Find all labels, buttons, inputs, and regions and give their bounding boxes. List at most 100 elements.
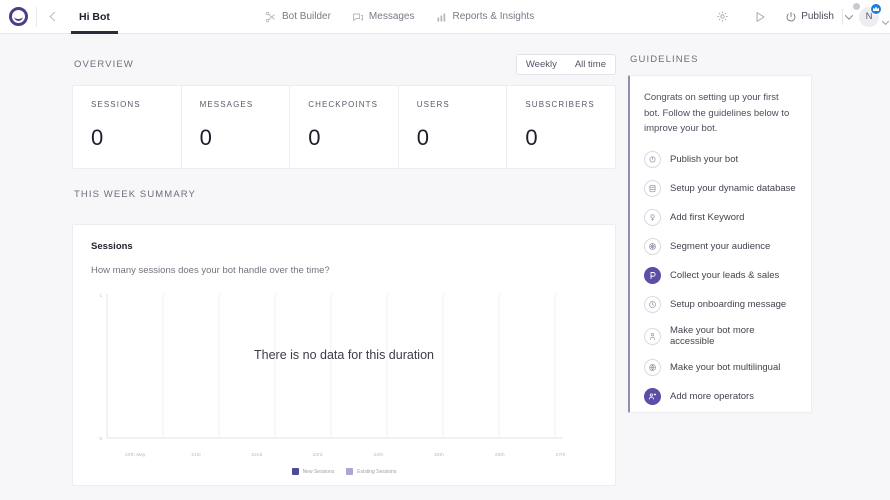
power-icon bbox=[785, 11, 797, 23]
play-icon bbox=[753, 10, 767, 24]
guideline-item-make-bot-multilingual[interactable]: Make your bot multilingual bbox=[644, 359, 797, 376]
crown-badge-icon bbox=[870, 3, 882, 15]
chart-x-axis-labels: 20th May 21st 22nd 23rd 24th 25th 26th 2… bbox=[91, 452, 597, 457]
legend-swatch bbox=[346, 468, 353, 475]
chart-title: Sessions bbox=[91, 241, 597, 252]
guideline-item-collect-leads-sales[interactable]: Collect your leads & sales bbox=[644, 267, 797, 284]
chart-svg: 1 0 bbox=[91, 290, 636, 450]
overview-header: OVERVIEW Weekly All time bbox=[72, 34, 616, 85]
guideline-label: Collect your leads & sales bbox=[670, 270, 779, 281]
chevron-down-icon[interactable] bbox=[845, 11, 853, 19]
back-button[interactable] bbox=[37, 0, 69, 34]
tab-hi-bot[interactable]: Hi Bot bbox=[69, 0, 120, 34]
dashboard-body: OVERVIEW Weekly All time SESSIONS 0 MESS… bbox=[0, 34, 890, 500]
guidelines-list: Publish your bot Setup your dynamic data… bbox=[644, 151, 797, 405]
legend-label: New Sessions bbox=[303, 469, 335, 475]
accessible-icon bbox=[644, 328, 661, 345]
stat-value: 0 bbox=[417, 125, 507, 151]
toggle-weekly[interactable]: Weekly bbox=[517, 55, 566, 74]
segment-icon bbox=[644, 238, 661, 255]
legend-swatch bbox=[292, 468, 299, 475]
guideline-item-setup-onboarding-message[interactable]: Setup onboarding message bbox=[644, 296, 797, 313]
stat-label: SESSIONS bbox=[91, 100, 181, 109]
header-actions: Publish N bbox=[703, 0, 884, 34]
nav-item-messages[interactable]: Messages bbox=[352, 11, 415, 23]
publish-button[interactable]: Publish bbox=[779, 9, 854, 25]
chevron-left-icon bbox=[50, 12, 60, 22]
stat-value: 0 bbox=[525, 125, 615, 151]
guideline-item-make-bot-accessible[interactable]: Make your bot more accessible bbox=[644, 325, 797, 347]
stat-label: USERS bbox=[417, 100, 507, 109]
bot-tab-label: Hi Bot bbox=[79, 11, 110, 23]
legend-item-existing-sessions[interactable]: Existing Sessions bbox=[346, 468, 396, 475]
stat-label: CHECKPOINTS bbox=[308, 100, 398, 109]
nav-label: Bot Builder bbox=[282, 11, 331, 22]
reports-icon bbox=[436, 11, 448, 23]
guideline-item-setup-dynamic-database[interactable]: Setup your dynamic database bbox=[644, 180, 797, 197]
gear-icon bbox=[716, 10, 729, 23]
stat-checkpoints: CHECKPOINTS 0 bbox=[290, 86, 399, 168]
main-nav: Bot Builder Messages Reports & Insights bbox=[265, 11, 534, 23]
guideline-label: Add more operators bbox=[670, 391, 754, 402]
keyword-icon bbox=[644, 209, 661, 226]
overview-column: OVERVIEW Weekly All time SESSIONS 0 MESS… bbox=[0, 34, 628, 500]
guideline-label: Add first Keyword bbox=[670, 212, 744, 223]
brand-logo[interactable] bbox=[0, 7, 36, 26]
stat-messages: MESSAGES 0 bbox=[182, 86, 291, 168]
stat-users: USERS 0 bbox=[399, 86, 508, 168]
guideline-item-publish-your-bot[interactable]: Publish your bot bbox=[644, 151, 797, 168]
publish-divider bbox=[842, 9, 843, 25]
chart-legend: New Sessions Existing Sessions bbox=[91, 468, 597, 475]
x-tick: 27th bbox=[530, 452, 591, 457]
guideline-label: Setup onboarding message bbox=[670, 299, 786, 310]
settings-button[interactable] bbox=[703, 0, 741, 34]
chart-subtitle: How many sessions does your bot handle o… bbox=[91, 265, 597, 276]
stat-subscribers: SUBSCRIBERS 0 bbox=[507, 86, 615, 168]
nav-label: Reports & Insights bbox=[453, 11, 535, 22]
x-tick: 21st bbox=[166, 452, 227, 457]
x-tick: 20th May bbox=[105, 452, 166, 457]
toggle-all-time[interactable]: All time bbox=[566, 55, 615, 74]
nav-item-bot-builder[interactable]: Bot Builder bbox=[265, 11, 331, 23]
guideline-item-add-first-keyword[interactable]: Add first Keyword bbox=[644, 209, 797, 226]
guideline-label: Setup your dynamic database bbox=[670, 183, 796, 194]
messages-icon bbox=[352, 11, 364, 23]
sessions-chart-plot: 1 0 There is no data for this duration bbox=[91, 290, 597, 450]
stat-value: 0 bbox=[91, 125, 181, 151]
avatar-chevron-down-icon[interactable] bbox=[882, 17, 889, 24]
app-header: Hi Bot Bot Builder Messages bbox=[0, 0, 890, 34]
x-tick: 26th bbox=[470, 452, 531, 457]
x-tick: 22nd bbox=[227, 452, 288, 457]
stat-value: 0 bbox=[200, 125, 290, 151]
guidelines-column: GUIDELINES Congrats on setting up your f… bbox=[628, 34, 890, 500]
database-icon bbox=[644, 180, 661, 197]
period-toggle[interactable]: Weekly All time bbox=[516, 54, 616, 75]
preview-button[interactable] bbox=[741, 0, 779, 34]
guideline-label: Publish your bot bbox=[670, 154, 738, 165]
publish-label: Publish bbox=[801, 11, 834, 22]
stat-sessions: SESSIONS 0 bbox=[73, 86, 182, 168]
avatar[interactable]: N bbox=[854, 0, 884, 34]
summary-title: THIS WEEK SUMMARY bbox=[74, 189, 196, 200]
guidelines-title: GUIDELINES bbox=[630, 54, 699, 65]
guideline-label: Make your bot multilingual bbox=[670, 362, 780, 373]
guideline-item-add-more-operators[interactable]: Add more operators bbox=[644, 388, 797, 405]
guideline-label: Segment your audience bbox=[670, 241, 770, 252]
chart-empty-message: There is no data for this duration bbox=[91, 348, 597, 362]
x-tick: 25th bbox=[409, 452, 470, 457]
legend-item-new-sessions[interactable]: New Sessions bbox=[292, 468, 335, 475]
power-circle-icon bbox=[644, 151, 661, 168]
stat-value: 0 bbox=[308, 125, 398, 151]
multilingual-icon bbox=[644, 359, 661, 376]
y-tick-top: 1 bbox=[99, 293, 102, 298]
guideline-label: Make your bot more accessible bbox=[670, 325, 797, 347]
legend-label: Existing Sessions bbox=[357, 469, 396, 475]
guidelines-card: Congrats on setting up your first bot. F… bbox=[628, 75, 812, 413]
stats-card: SESSIONS 0 MESSAGES 0 CHECKPOINTS 0 USER… bbox=[72, 85, 616, 169]
guidelines-intro: Congrats on setting up your first bot. F… bbox=[644, 90, 797, 137]
x-tick: 24th bbox=[348, 452, 409, 457]
sessions-chart-card: Sessions How many sessions does your bot… bbox=[72, 224, 616, 486]
guideline-item-segment-audience[interactable]: Segment your audience bbox=[644, 238, 797, 255]
guidelines-header: GUIDELINES bbox=[628, 34, 812, 75]
nav-item-reports[interactable]: Reports & Insights bbox=[436, 11, 535, 23]
